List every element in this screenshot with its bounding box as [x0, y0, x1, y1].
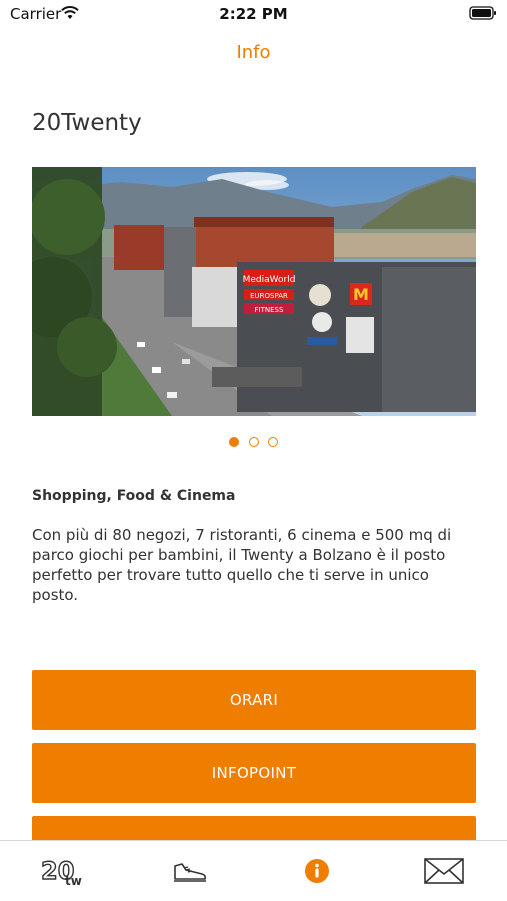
sneaker-icon	[174, 863, 206, 882]
battery-icon	[469, 6, 496, 20]
page-dot-2[interactable]	[248, 437, 259, 447]
description-text: Con più di 80 negozi, 7 ristoranti, 6 ci…	[32, 526, 452, 604]
gallery-page-indicator[interactable]	[0, 432, 507, 451]
mcdonalds-sign: M	[353, 285, 369, 304]
status-bar: Carrier 2:22 PM	[0, 0, 507, 28]
fitness-sign: FITNESS	[255, 306, 284, 314]
tab-home[interactable]: 20 tw	[0, 841, 126, 901]
section-heading: Shopping, Food & Cinema	[32, 488, 236, 504]
twenty-logo-icon: 20 tw	[40, 856, 82, 887]
mall-photo: MediaWorld EUROSPAR FITNESS M	[32, 167, 476, 416]
page-dot-3[interactable]	[267, 437, 278, 447]
tab-bar: 20 tw	[0, 840, 507, 901]
tab-info[interactable]	[254, 841, 380, 901]
status-time: 2:22 PM	[219, 5, 288, 23]
photo-gallery[interactable]: MediaWorld EUROSPAR FITNESS M	[32, 167, 476, 416]
mediaworld-sign: MediaWorld	[243, 275, 296, 285]
page-title: 20Twenty	[32, 110, 142, 136]
tab-shops[interactable]	[127, 841, 253, 901]
page-dot-1[interactable]	[229, 437, 240, 447]
logo-sub: tw	[65, 874, 82, 887]
nav-title: Info	[236, 42, 271, 63]
hours-button[interactable]: ORARI	[32, 670, 476, 730]
infopoint-button[interactable]: INFOPOINT	[32, 743, 476, 803]
eurospar-sign: EUROSPAR	[250, 292, 288, 300]
info-icon	[305, 859, 329, 883]
envelope-icon	[424, 858, 464, 884]
tab-contact[interactable]	[381, 841, 507, 901]
